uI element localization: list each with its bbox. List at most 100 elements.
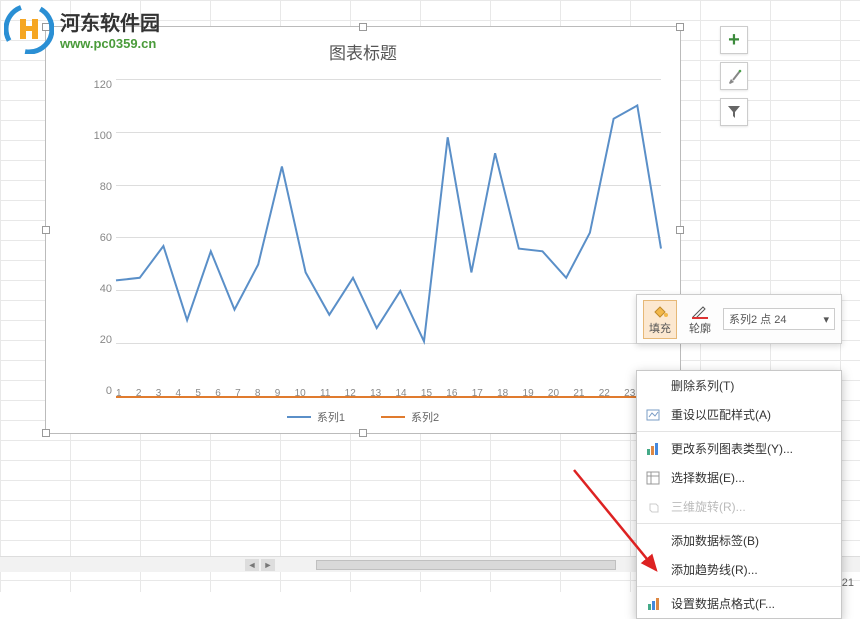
legend-label: 系列2 (411, 409, 439, 425)
funnel-icon (727, 105, 741, 119)
x-tick: 13 (370, 388, 381, 399)
series-line[interactable] (116, 106, 661, 342)
outline-label: 轮廓 (689, 320, 711, 336)
blank-icon (645, 378, 661, 394)
x-tick: 12 (345, 388, 356, 399)
y-tick: 40 (76, 283, 112, 295)
menu-format-data-point[interactable]: 设置数据点格式(F... (637, 589, 841, 618)
menu-3d-rotate: 三维旋转(R)... (637, 492, 841, 521)
cube-icon (645, 499, 661, 515)
x-tick: 18 (497, 388, 508, 399)
fill-tool[interactable]: 填充 (643, 300, 677, 339)
x-tick: 16 (446, 388, 457, 399)
site-logo: 河东软件园 www.pc0359.cn (4, 4, 160, 54)
legend-swatch (287, 416, 311, 418)
chart-side-buttons: + (720, 26, 748, 126)
x-tick: 20 (548, 388, 559, 399)
blank-icon (645, 533, 661, 549)
y-tick: 80 (76, 181, 112, 193)
resize-handle[interactable] (359, 23, 367, 31)
x-tick: 1 (116, 388, 122, 399)
menu-label: 添加数据标签(B) (671, 532, 759, 549)
plot-area[interactable] (116, 79, 661, 397)
x-tick: 9 (275, 388, 281, 399)
line-plot[interactable] (116, 79, 661, 397)
legend-swatch (381, 416, 405, 418)
x-tick: 7 (235, 388, 241, 399)
legend[interactable]: 系列1 系列2 (46, 409, 680, 425)
chart-type-icon (645, 441, 661, 457)
select-data-icon (645, 470, 661, 486)
format-icon (645, 596, 661, 612)
menu-separator (637, 586, 841, 587)
chart-elements-button[interactable]: + (720, 26, 748, 54)
chart-styles-button[interactable] (720, 62, 748, 90)
x-tick: 6 (215, 388, 221, 399)
x-tick: 8 (255, 388, 261, 399)
chart-filters-button[interactable] (720, 98, 748, 126)
series-selector[interactable]: 系列2 点 24 ▾ (723, 308, 835, 330)
x-tick: 2 (136, 388, 142, 399)
context-menu: 删除系列(T) 重设以匹配样式(A) 更改系列图表类型(Y)... 选择数据(E… (636, 370, 842, 619)
resize-handle[interactable] (676, 23, 684, 31)
x-tick: 14 (395, 388, 406, 399)
menu-label: 添加趋势线(R)... (671, 561, 758, 578)
menu-change-type[interactable]: 更改系列图表类型(Y)... (637, 434, 841, 463)
scroll-right-icon[interactable]: ► (261, 559, 275, 571)
y-tick: 20 (76, 334, 112, 346)
resize-handle[interactable] (359, 429, 367, 437)
x-tick: 5 (195, 388, 201, 399)
x-tick: 22 (599, 388, 610, 399)
y-tick: 100 (76, 130, 112, 142)
logo-mark-icon (4, 4, 54, 54)
legend-item[interactable]: 系列2 (381, 409, 439, 425)
x-tick: 15 (421, 388, 432, 399)
scroll-left-icon[interactable]: ◄ (245, 559, 259, 571)
menu-delete-series[interactable]: 删除系列(T) (637, 371, 841, 400)
x-tick: 10 (295, 388, 306, 399)
y-axis: 120 100 80 60 40 20 0 (76, 79, 112, 397)
legend-item[interactable]: 系列1 (287, 409, 345, 425)
chevron-down-icon: ▾ (823, 313, 829, 326)
brush-icon (726, 68, 742, 84)
logo-text-url: www.pc0359.cn (60, 36, 160, 51)
menu-label: 更改系列图表类型(Y)... (671, 440, 793, 457)
scroll-thumb[interactable] (316, 560, 616, 570)
resize-handle[interactable] (42, 226, 50, 234)
y-tick: 60 (76, 232, 112, 244)
mini-toolbar: 填充 轮廓 系列2 点 24 ▾ (636, 294, 842, 344)
selector-value: 系列2 点 24 (729, 311, 786, 327)
pen-icon (690, 303, 710, 319)
x-axis: 123456789101112131415161718192021222324 (116, 388, 661, 399)
x-tick: 11 (320, 388, 330, 399)
menu-reset-style[interactable]: 重设以匹配样式(A) (637, 400, 841, 429)
menu-select-data[interactable]: 选择数据(E)... (637, 463, 841, 492)
menu-separator (637, 431, 841, 432)
x-tick: 23 (624, 388, 635, 399)
outline-tool[interactable]: 轮廓 (683, 303, 717, 336)
bucket-icon (650, 303, 670, 319)
menu-label: 重设以匹配样式(A) (671, 406, 771, 423)
resize-handle[interactable] (676, 226, 684, 234)
legend-label: 系列1 (317, 409, 345, 425)
fill-label: 填充 (649, 320, 671, 336)
reset-icon (645, 407, 661, 423)
y-tick: 0 (76, 385, 112, 397)
chart-container[interactable]: 图表标题 120 100 80 60 40 20 0 1234567891011… (45, 26, 681, 434)
menu-add-data-labels[interactable]: 添加数据标签(B) (637, 526, 841, 555)
blank-icon (645, 562, 661, 578)
resize-handle[interactable] (42, 429, 50, 437)
x-tick: 21 (573, 388, 584, 399)
menu-label: 设置数据点格式(F... (671, 595, 775, 612)
x-tick: 3 (156, 388, 162, 399)
menu-label: 删除系列(T) (671, 377, 734, 394)
logo-text-cn: 河东软件园 (60, 7, 160, 36)
plus-icon: + (728, 29, 740, 52)
x-tick: 17 (472, 388, 483, 399)
menu-label: 选择数据(E)... (671, 469, 745, 486)
x-tick: 4 (176, 388, 182, 399)
menu-label: 三维旋转(R)... (671, 498, 746, 515)
menu-separator (637, 523, 841, 524)
x-tick: 19 (523, 388, 534, 399)
menu-add-trendline[interactable]: 添加趋势线(R)... (637, 555, 841, 584)
